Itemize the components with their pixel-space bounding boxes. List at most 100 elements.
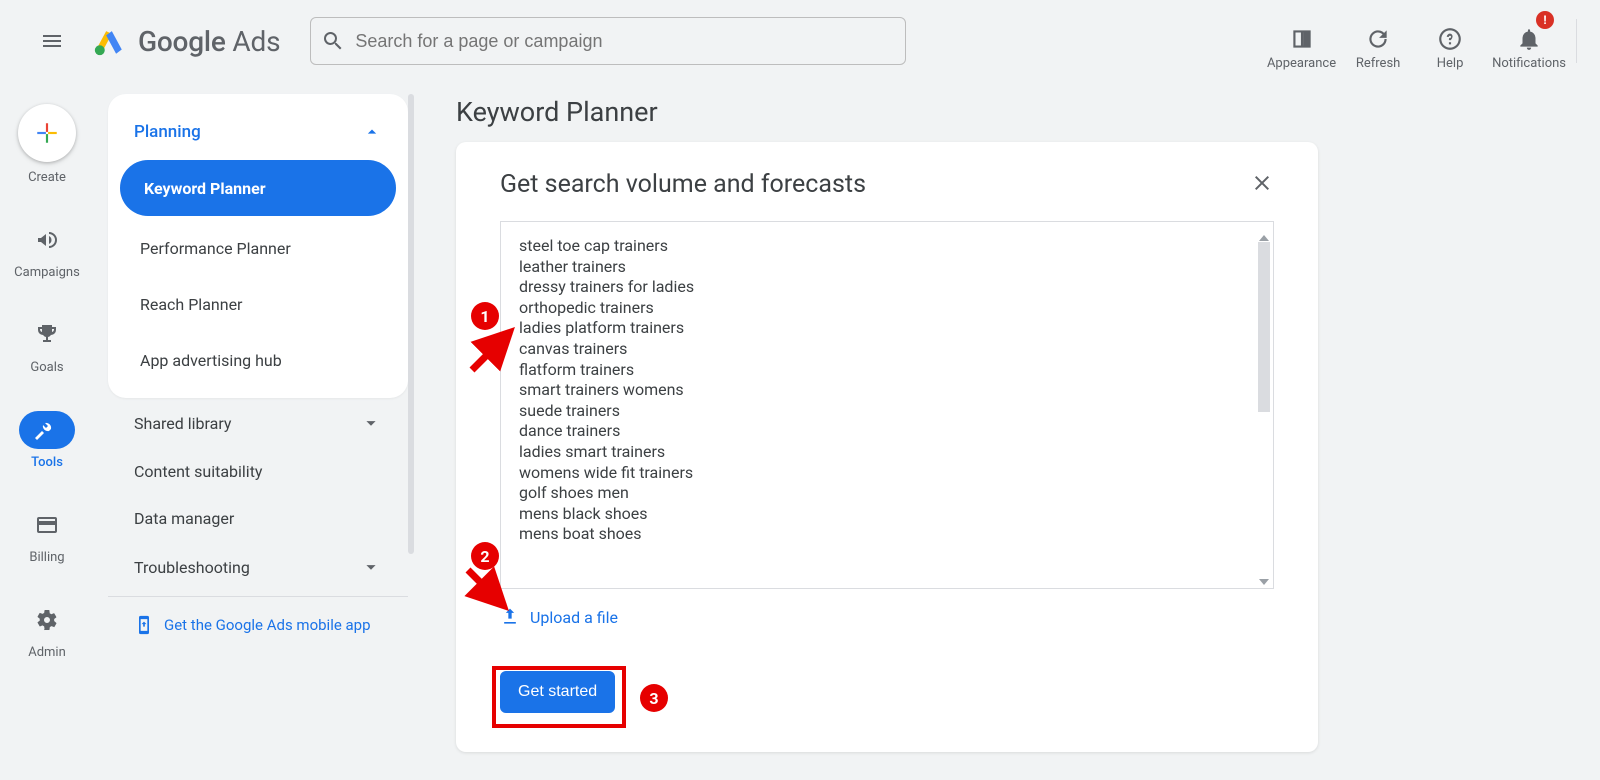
- product-name: Google Ads: [138, 25, 280, 58]
- card-icon: [35, 513, 59, 537]
- appearance-icon: [1289, 26, 1315, 52]
- get-mobile-app-link[interactable]: Get the Google Ads mobile app: [108, 601, 408, 649]
- nav-content-suitability[interactable]: Content suitability: [108, 448, 408, 495]
- global-search[interactable]: [310, 17, 906, 65]
- hamburger-menu-button[interactable]: [28, 17, 76, 65]
- header-actions: Appearance Refresh Help Notifications: [1261, 11, 1590, 71]
- planning-label: Planning: [134, 122, 201, 142]
- keyword-line: canvas trainers: [519, 339, 1259, 360]
- upload-file-label: Upload a file: [530, 608, 618, 627]
- keyword-line: womens wide fit trainers: [519, 463, 1259, 484]
- textarea-scrollbar[interactable]: [1258, 242, 1270, 412]
- keyword-line: golf shoes men: [519, 483, 1259, 504]
- google-ads-logo-icon: [92, 24, 126, 58]
- nav-troubleshooting[interactable]: Troubleshooting: [108, 542, 408, 592]
- upload-icon: [500, 607, 520, 627]
- header-divider: [1576, 19, 1577, 63]
- search-icon: [321, 29, 345, 53]
- gear-icon: [35, 608, 59, 632]
- refresh-label: Refresh: [1356, 56, 1400, 71]
- keyword-line: mens boat shoes: [519, 524, 1259, 545]
- nav-campaigns-label: Campaigns: [14, 265, 80, 280]
- close-icon: [1250, 171, 1274, 195]
- megaphone-icon: [35, 228, 59, 252]
- nav-billing-label: Billing: [29, 550, 64, 565]
- app-header: Google Ads Appearance Refresh Help Notif…: [0, 0, 1600, 82]
- nav-tools[interactable]: Tools: [19, 411, 75, 470]
- logo-text-sub: Ads: [232, 25, 280, 58]
- tools-icon: [35, 418, 59, 442]
- chevron-down-icon: [360, 412, 382, 434]
- keywords-textarea[interactable]: steel toe cap trainersleather trainersdr…: [500, 221, 1274, 589]
- appearance-label: Appearance: [1267, 56, 1336, 71]
- nav-performance-planner-label: Performance Planner: [140, 239, 291, 258]
- keyword-line: dressy trainers for ladies: [519, 277, 1259, 298]
- nav-shared-library[interactable]: Shared library: [108, 398, 408, 448]
- notification-alert-badge: [1536, 11, 1554, 29]
- troubleshooting-label: Troubleshooting: [134, 558, 250, 577]
- nav-app-advertising-hub[interactable]: App advertising hub: [108, 332, 408, 388]
- nav-data-manager[interactable]: Data manager: [108, 495, 408, 542]
- page-title: Keyword Planner: [456, 96, 658, 128]
- secondary-nav: Planning Keyword Planner Performance Pla…: [108, 94, 408, 649]
- scroll-up-arrow[interactable]: [1259, 228, 1269, 238]
- nav-admin[interactable]: Admin: [19, 601, 75, 660]
- notifications-label: Notifications: [1492, 56, 1566, 71]
- keyword-line: flatform trainers: [519, 360, 1259, 381]
- help-icon: [1437, 26, 1463, 52]
- get-started-button[interactable]: Get started: [500, 671, 615, 713]
- plus-icon: [34, 120, 60, 146]
- planning-section: Planning Keyword Planner Performance Pla…: [108, 94, 408, 398]
- keyword-line: leather trainers: [519, 257, 1259, 278]
- create-label: Create: [28, 170, 66, 185]
- data-manager-label: Data manager: [134, 509, 234, 528]
- nav-performance-planner[interactable]: Performance Planner: [108, 220, 408, 276]
- keyword-line: mens black shoes: [519, 504, 1259, 525]
- close-button[interactable]: [1250, 171, 1274, 199]
- keyword-line: orthopedic trainers: [519, 298, 1259, 319]
- appearance-button[interactable]: Appearance: [1261, 11, 1342, 71]
- nav-goals[interactable]: Goals: [19, 316, 75, 375]
- trophy-icon: [35, 323, 59, 347]
- nav-reach-planner[interactable]: Reach Planner: [108, 276, 408, 332]
- create-button[interactable]: [18, 104, 76, 162]
- notifications-button[interactable]: Notifications: [1486, 11, 1572, 71]
- content-suitability-label: Content suitability: [134, 462, 263, 481]
- mobile-app-label: Get the Google Ads mobile app: [164, 616, 371, 634]
- primary-nav-rail: Create Campaigns Goals Tools Billing Adm…: [0, 82, 94, 780]
- help-button[interactable]: Help: [1414, 11, 1486, 71]
- nav-campaigns[interactable]: Campaigns: [14, 221, 80, 280]
- chevron-down-icon: [360, 556, 382, 578]
- product-logo[interactable]: Google Ads: [92, 24, 280, 58]
- scroll-down-arrow[interactable]: [1259, 572, 1269, 582]
- nav-keyword-planner-label: Keyword Planner: [144, 179, 266, 198]
- keyword-line: suede trainers: [519, 401, 1259, 422]
- keyword-line: dance trainers: [519, 421, 1259, 442]
- keyword-line: steel toe cap trainers: [519, 236, 1259, 257]
- side-scrollbar[interactable]: [408, 94, 414, 554]
- nav-tools-label: Tools: [31, 455, 63, 470]
- logo-text-main: Google: [138, 25, 226, 58]
- nav-admin-label: Admin: [28, 645, 66, 660]
- search-input[interactable]: [355, 31, 895, 52]
- bell-icon: [1516, 26, 1542, 52]
- shared-library-label: Shared library: [134, 414, 231, 433]
- nav-reach-planner-label: Reach Planner: [140, 295, 242, 314]
- refresh-icon: [1365, 26, 1391, 52]
- modal-title: Get search volume and forecasts: [500, 170, 866, 199]
- chevron-up-icon: [362, 122, 382, 142]
- planning-header[interactable]: Planning: [108, 102, 408, 156]
- mobile-download-icon: [134, 615, 154, 635]
- help-label: Help: [1437, 56, 1464, 71]
- keyword-line: ladies smart trainers: [519, 442, 1259, 463]
- nav-billing[interactable]: Billing: [19, 506, 75, 565]
- side-divider: [108, 596, 408, 597]
- nav-app-hub-label: App advertising hub: [140, 351, 282, 370]
- forecast-modal: Get search volume and forecasts steel to…: [456, 142, 1318, 752]
- nav-keyword-planner[interactable]: Keyword Planner: [120, 160, 396, 216]
- upload-file-link[interactable]: Upload a file: [500, 607, 1274, 627]
- refresh-button[interactable]: Refresh: [1342, 11, 1414, 71]
- nav-goals-label: Goals: [30, 360, 63, 375]
- keyword-line: ladies platform trainers: [519, 318, 1259, 339]
- menu-icon: [40, 29, 64, 53]
